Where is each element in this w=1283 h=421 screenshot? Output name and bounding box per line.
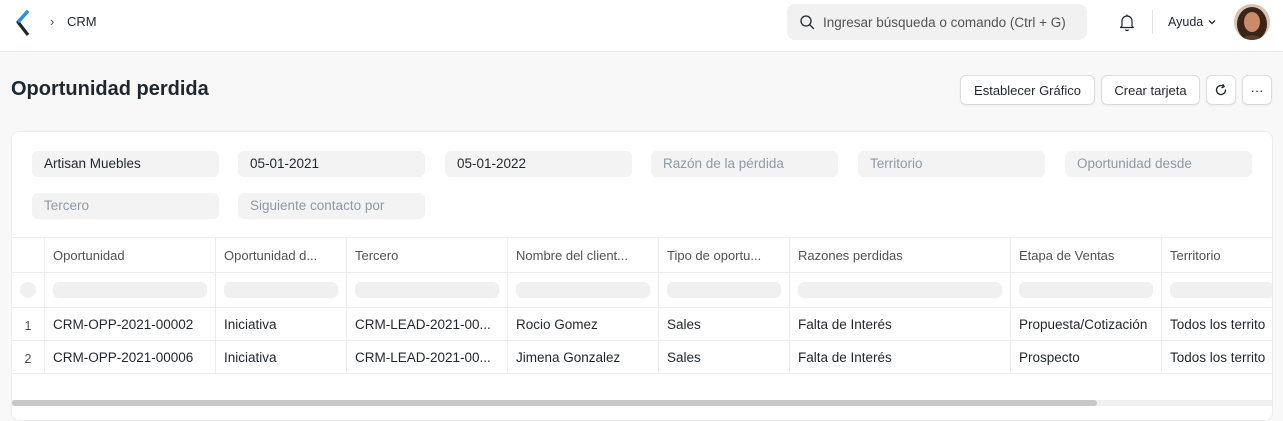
navbar: › CRM Ayuda [0, 0, 1283, 52]
table-header-row: Oportunidad Oportunidad d... Tercero Nom… [12, 237, 1272, 273]
app-logo-icon[interactable] [14, 10, 34, 36]
page-title: Oportunidad perdida [11, 78, 209, 100]
column-filter-input[interactable] [658, 273, 789, 307]
table-row[interactable]: 2 CRM-OPP-2021-00006 Iniciativa CRM-LEAD… [12, 341, 1272, 374]
table-cell[interactable]: Prospecto [1010, 341, 1161, 373]
table-cell[interactable]: Jimena Gonzalez [507, 341, 658, 373]
column-filter-input[interactable] [507, 273, 658, 307]
row-index: 1 [24, 319, 32, 333]
row-index-header [12, 238, 44, 272]
column-filter-input[interactable] [1010, 273, 1161, 307]
refresh-icon [1215, 83, 1227, 96]
column-filter-input[interactable] [44, 273, 215, 307]
column-header[interactable]: Territorio [1161, 238, 1272, 272]
table-cell[interactable]: Iniciativa [215, 308, 346, 340]
filter-opportunity-from[interactable]: Oportunidad desde [1065, 151, 1252, 177]
table-cell[interactable]: Sales [658, 341, 789, 373]
create-card-button[interactable]: Crear tarjeta [1101, 75, 1200, 105]
row-index-filter [12, 273, 44, 307]
scrollbar-thumb[interactable] [12, 400, 1097, 406]
breadcrumb-chevron-icon: › [50, 14, 55, 29]
help-label: Ayuda [1168, 15, 1204, 29]
column-filter-input[interactable] [1161, 273, 1272, 307]
help-dropdown[interactable]: Ayuda [1168, 15, 1217, 29]
table-cell[interactable]: Rocio Gomez [507, 308, 658, 340]
report-card: Artisan Muebles 05-01-2021 05-01-2022 Ra… [11, 131, 1273, 421]
column-header[interactable]: Nombre del client... [507, 238, 658, 272]
filter-party[interactable]: Tercero [32, 193, 219, 219]
table-filter-row [12, 273, 1272, 308]
column-header[interactable]: Razones perdidas [789, 238, 1010, 272]
filter-lost-reason[interactable]: Razón de la pérdida [651, 151, 838, 177]
row-index: 2 [24, 352, 32, 366]
table-cell[interactable]: Falta de Interés [789, 308, 1010, 340]
filter-territory[interactable]: Territorio [858, 151, 1045, 177]
table-cell[interactable]: Todos los territo [1161, 308, 1272, 340]
more-menu-button[interactable]: ··· [1242, 75, 1272, 105]
column-header[interactable]: Oportunidad d... [215, 238, 346, 272]
chevron-down-icon [1208, 20, 1216, 25]
table-cell[interactable]: CRM-OPP-2021-00006 [44, 341, 215, 373]
search-bar[interactable] [787, 4, 1087, 40]
table-cell[interactable]: CRM-LEAD-2021-00... [346, 308, 507, 340]
breadcrumb-crm[interactable]: CRM [67, 14, 97, 29]
table-cell[interactable]: Iniciativa [215, 341, 346, 373]
filter-company[interactable]: Artisan Muebles [32, 151, 219, 177]
table-cell[interactable]: Sales [658, 308, 789, 340]
search-input[interactable] [823, 4, 1081, 40]
column-filter-input[interactable] [789, 273, 1010, 307]
column-header[interactable]: Oportunidad [44, 238, 215, 272]
column-header[interactable]: Etapa de Ventas [1010, 238, 1161, 272]
table-row[interactable]: 1 CRM-OPP-2021-00002 Iniciativa CRM-LEAD… [12, 308, 1272, 341]
table-cell[interactable]: Falta de Interés [789, 341, 1010, 373]
column-filter-input[interactable] [215, 273, 346, 307]
search-icon [800, 15, 815, 30]
navbar-divider [1152, 10, 1153, 34]
notification-bell-icon[interactable] [1117, 12, 1137, 32]
filter-to-date[interactable]: 05-01-2022 [445, 151, 632, 177]
table-cell[interactable]: Propuesta/Cotización [1010, 308, 1161, 340]
user-avatar[interactable] [1234, 4, 1270, 40]
refresh-button[interactable] [1206, 75, 1236, 105]
table-cell[interactable]: Todos los territo [1161, 341, 1272, 373]
column-header[interactable]: Tercero [346, 238, 507, 272]
table-cell[interactable]: CRM-OPP-2021-00002 [44, 308, 215, 340]
column-filter-input[interactable] [346, 273, 507, 307]
filter-from-date[interactable]: 05-01-2021 [238, 151, 425, 177]
horizontal-scrollbar[interactable] [12, 400, 1272, 406]
set-chart-button[interactable]: Establecer Gráfico [960, 75, 1095, 105]
column-header[interactable]: Tipo de oportu... [658, 238, 789, 272]
table-cell[interactable]: CRM-LEAD-2021-00... [346, 341, 507, 373]
filter-next-contact[interactable]: Siguiente contacto por [238, 193, 425, 219]
